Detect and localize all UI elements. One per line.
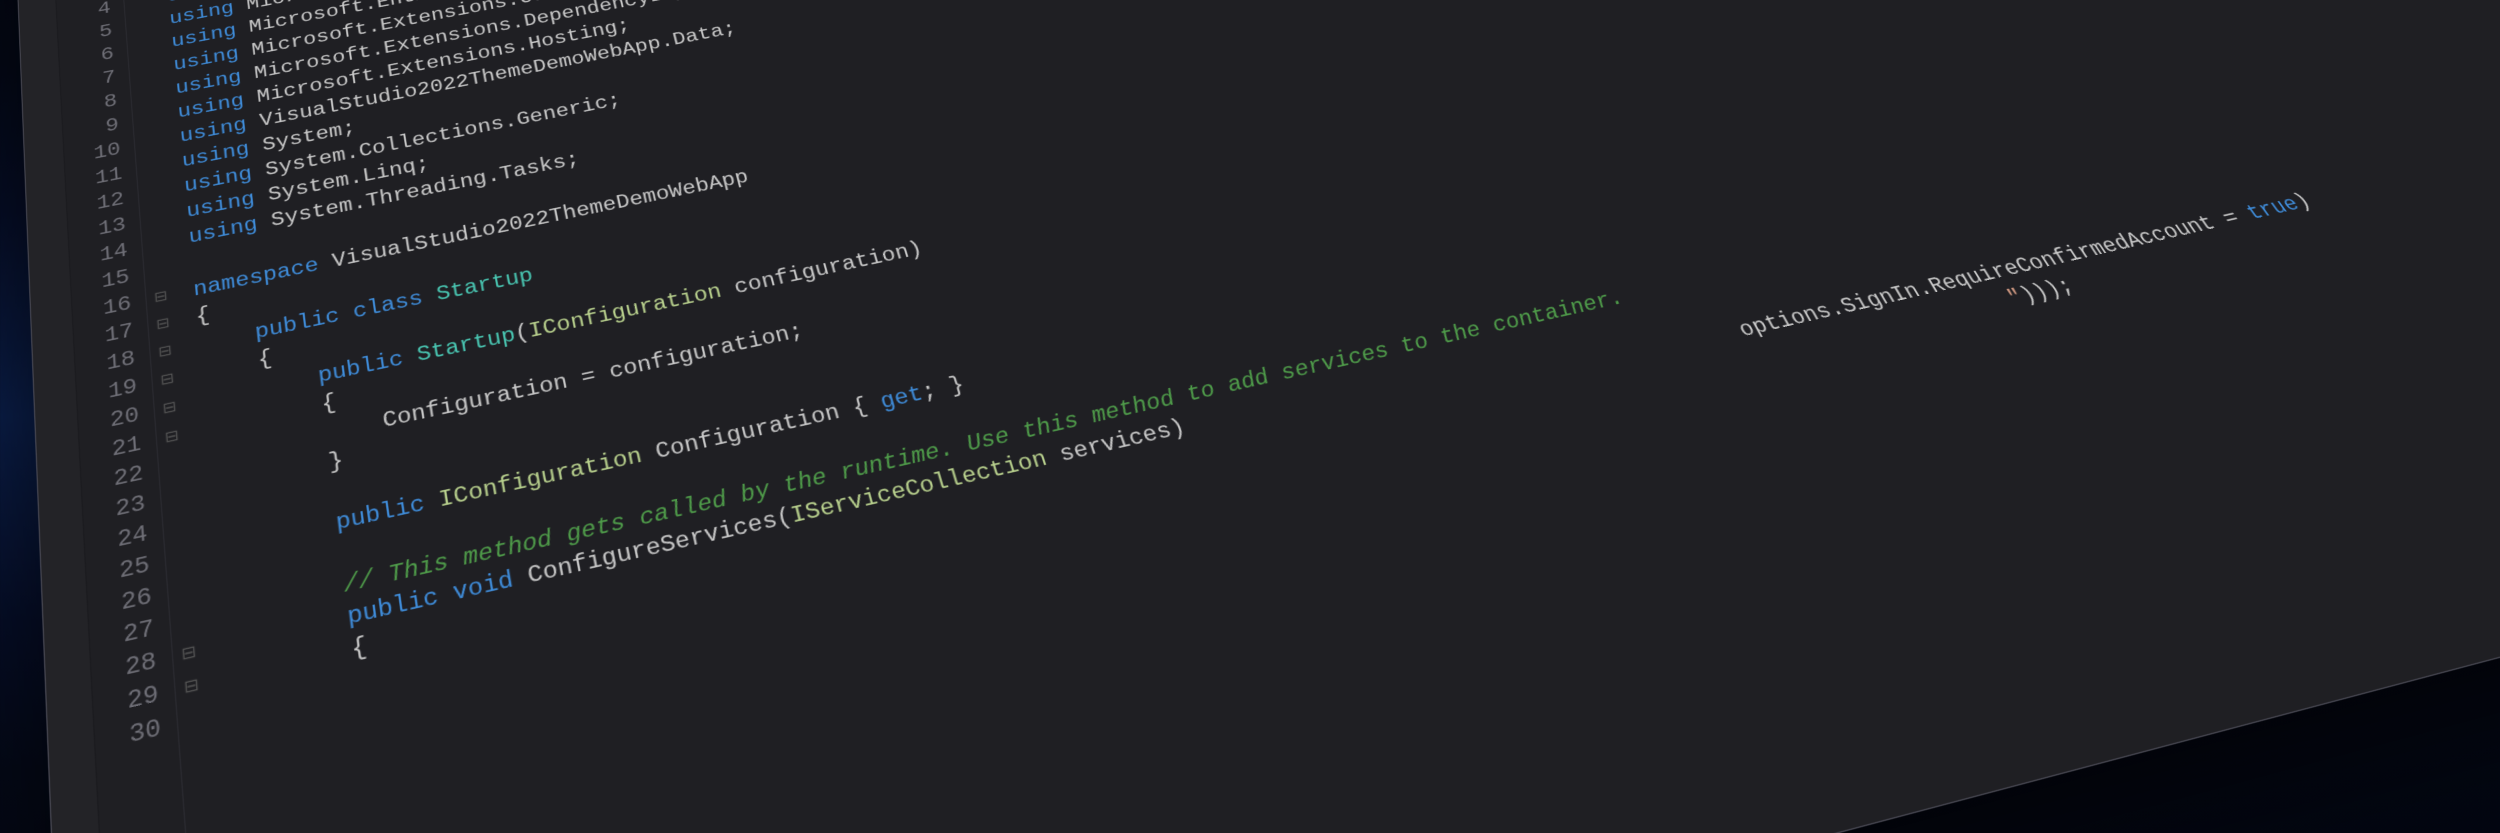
code-editor[interactable]: 1234567891011121314151617181920212223242… <box>53 0 2500 833</box>
vs-window: FileEditViewGitProjectDebugTestAnalyzeTo… <box>10 0 2500 833</box>
code-text[interactable]: using Microsoft.AspNetCore.Builder;using… <box>144 0 2500 833</box>
